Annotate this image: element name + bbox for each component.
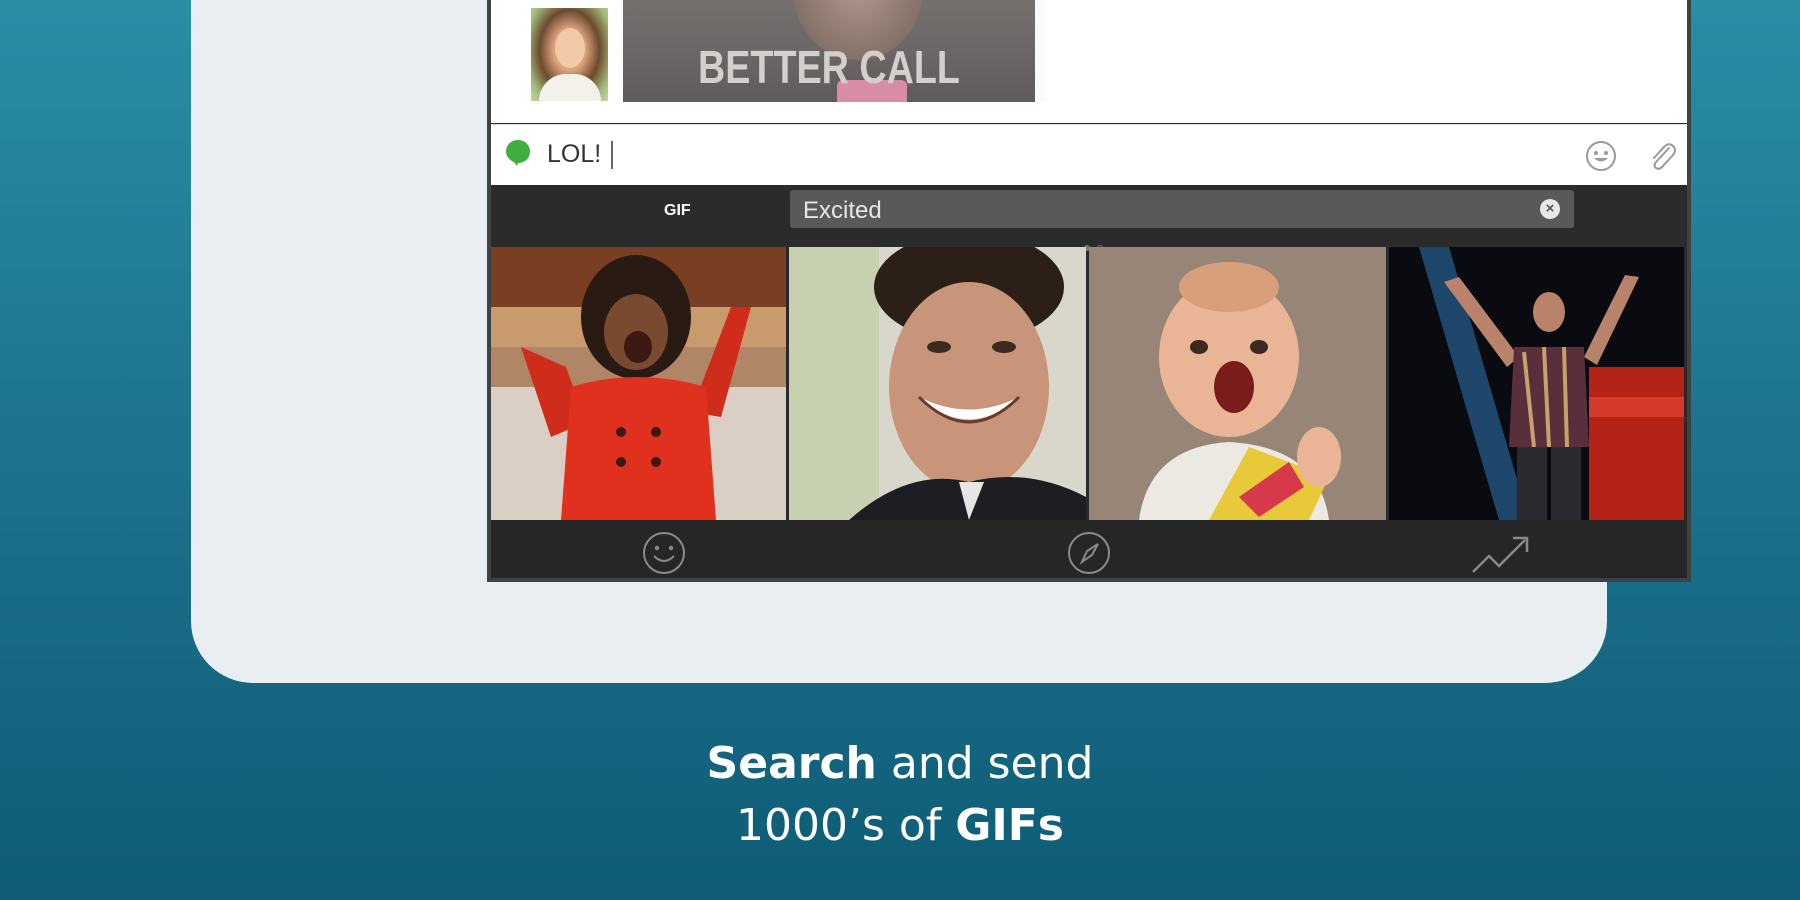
gif-result-franco[interactable] [789,247,1086,520]
emoji-button-icon[interactable] [1585,140,1617,172]
gif-logo: GIF [664,202,691,219]
headline-start-2: 1000’s of [735,800,956,851]
tablet-frame: BETTER CALL SAUL LOL! GIF Excite [191,0,1691,683]
gif-result-baby[interactable] [1089,247,1386,520]
headline-line-1: Search and send [0,733,1800,795]
chat-history: BETTER CALL SAUL [491,0,1687,123]
gif-result-oprah[interactable] [491,247,786,520]
message-input[interactable]: LOL! [547,140,614,170]
smiley-icon[interactable] [641,530,687,576]
headline-bold-gifs: GIFs [955,800,1064,851]
headline-rest-1: and send [876,738,1094,789]
contact-avatar[interactable] [531,8,608,101]
trending-icon[interactable] [1469,530,1531,576]
chat-bubble-icon [506,140,530,166]
sent-gif-message[interactable]: BETTER CALL SAUL [623,0,1045,102]
headline-bold-search: Search [706,738,877,789]
message-input-text: LOL! [547,140,602,168]
clear-icon[interactable]: × [1540,199,1560,219]
text-caret [611,141,614,170]
gif-search-value: Excited [803,197,882,224]
compass-icon[interactable] [1066,530,1112,576]
gif-caption: BETTER CALL SAUL [698,41,960,102]
headline-line-2: 1000’s of GIFs [0,795,1800,857]
gif-keyboard-tabs [491,520,1687,578]
james-franco-smiling-gif [789,247,1086,520]
oprah-excited-gif [491,247,786,520]
gif-results-grid [491,247,1687,520]
singer-celebrating-gif [1389,247,1684,520]
gif-search-field[interactable]: Excited × [790,190,1574,228]
gif-keyboard-search-bar: GIF Excited × [491,185,1687,251]
excited-baby-gif [1089,247,1386,520]
paperclip-icon[interactable] [1645,139,1679,173]
gif-result-singer[interactable] [1389,247,1684,520]
app-screen: BETTER CALL SAUL LOL! GIF Excite [487,0,1691,582]
promo-headline: Search and send 1000’s of GIFs [0,733,1800,857]
message-composer: LOL! [491,124,1687,185]
